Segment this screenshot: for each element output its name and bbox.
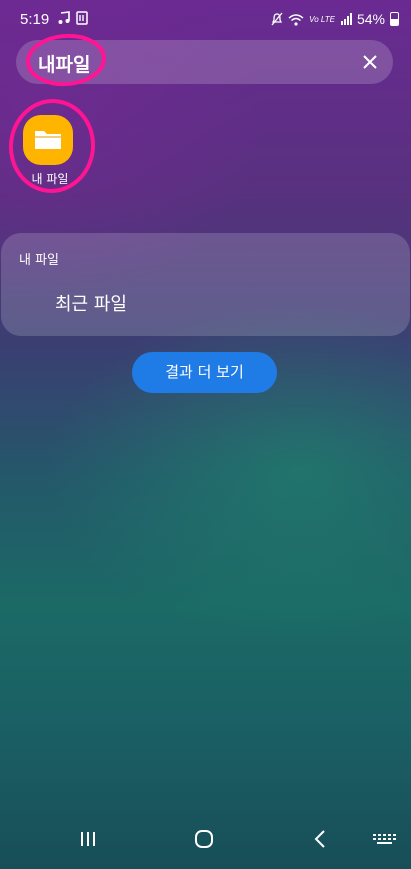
network-label: Vo LTE [309, 14, 335, 24]
battery-percent: 54% [356, 11, 385, 27]
home-icon[interactable] [184, 821, 224, 857]
search-input[interactable]: 내파일 [38, 50, 90, 77]
back-icon[interactable] [300, 821, 340, 857]
wifi-icon [288, 13, 304, 26]
keyboard-icon[interactable] [364, 821, 404, 857]
card-title: 내 파일 [19, 253, 60, 268]
my-files-app-icon[interactable] [23, 115, 73, 165]
search-bar[interactable]: 내파일 [16, 40, 393, 84]
mute-icon [271, 12, 283, 26]
status-time: 5:19 [20, 11, 50, 28]
result-card: 내 파일 최근 파일 [1, 233, 410, 336]
close-icon[interactable] [359, 51, 381, 73]
more-results-button[interactable]: 결과 더 보기 [132, 352, 277, 393]
recent-files-item[interactable]: 최근 파일 [55, 290, 127, 316]
signal-icon [340, 13, 352, 25]
music-note-icon [58, 11, 70, 24]
recent-apps-icon[interactable] [68, 821, 108, 857]
app-result-my-files[interactable]: 내 파일 [18, 110, 82, 190]
navigation-bar [0, 809, 411, 869]
storage-icon [76, 11, 88, 25]
status-right: Vo LTE 54% [271, 11, 399, 27]
status-bar: 5:19 Vo LTE 54% [0, 0, 411, 38]
status-left-icons [57, 11, 89, 25]
folder-icon [35, 131, 61, 149]
app-result-label: 내 파일 [31, 172, 69, 186]
battery-icon [390, 12, 399, 26]
